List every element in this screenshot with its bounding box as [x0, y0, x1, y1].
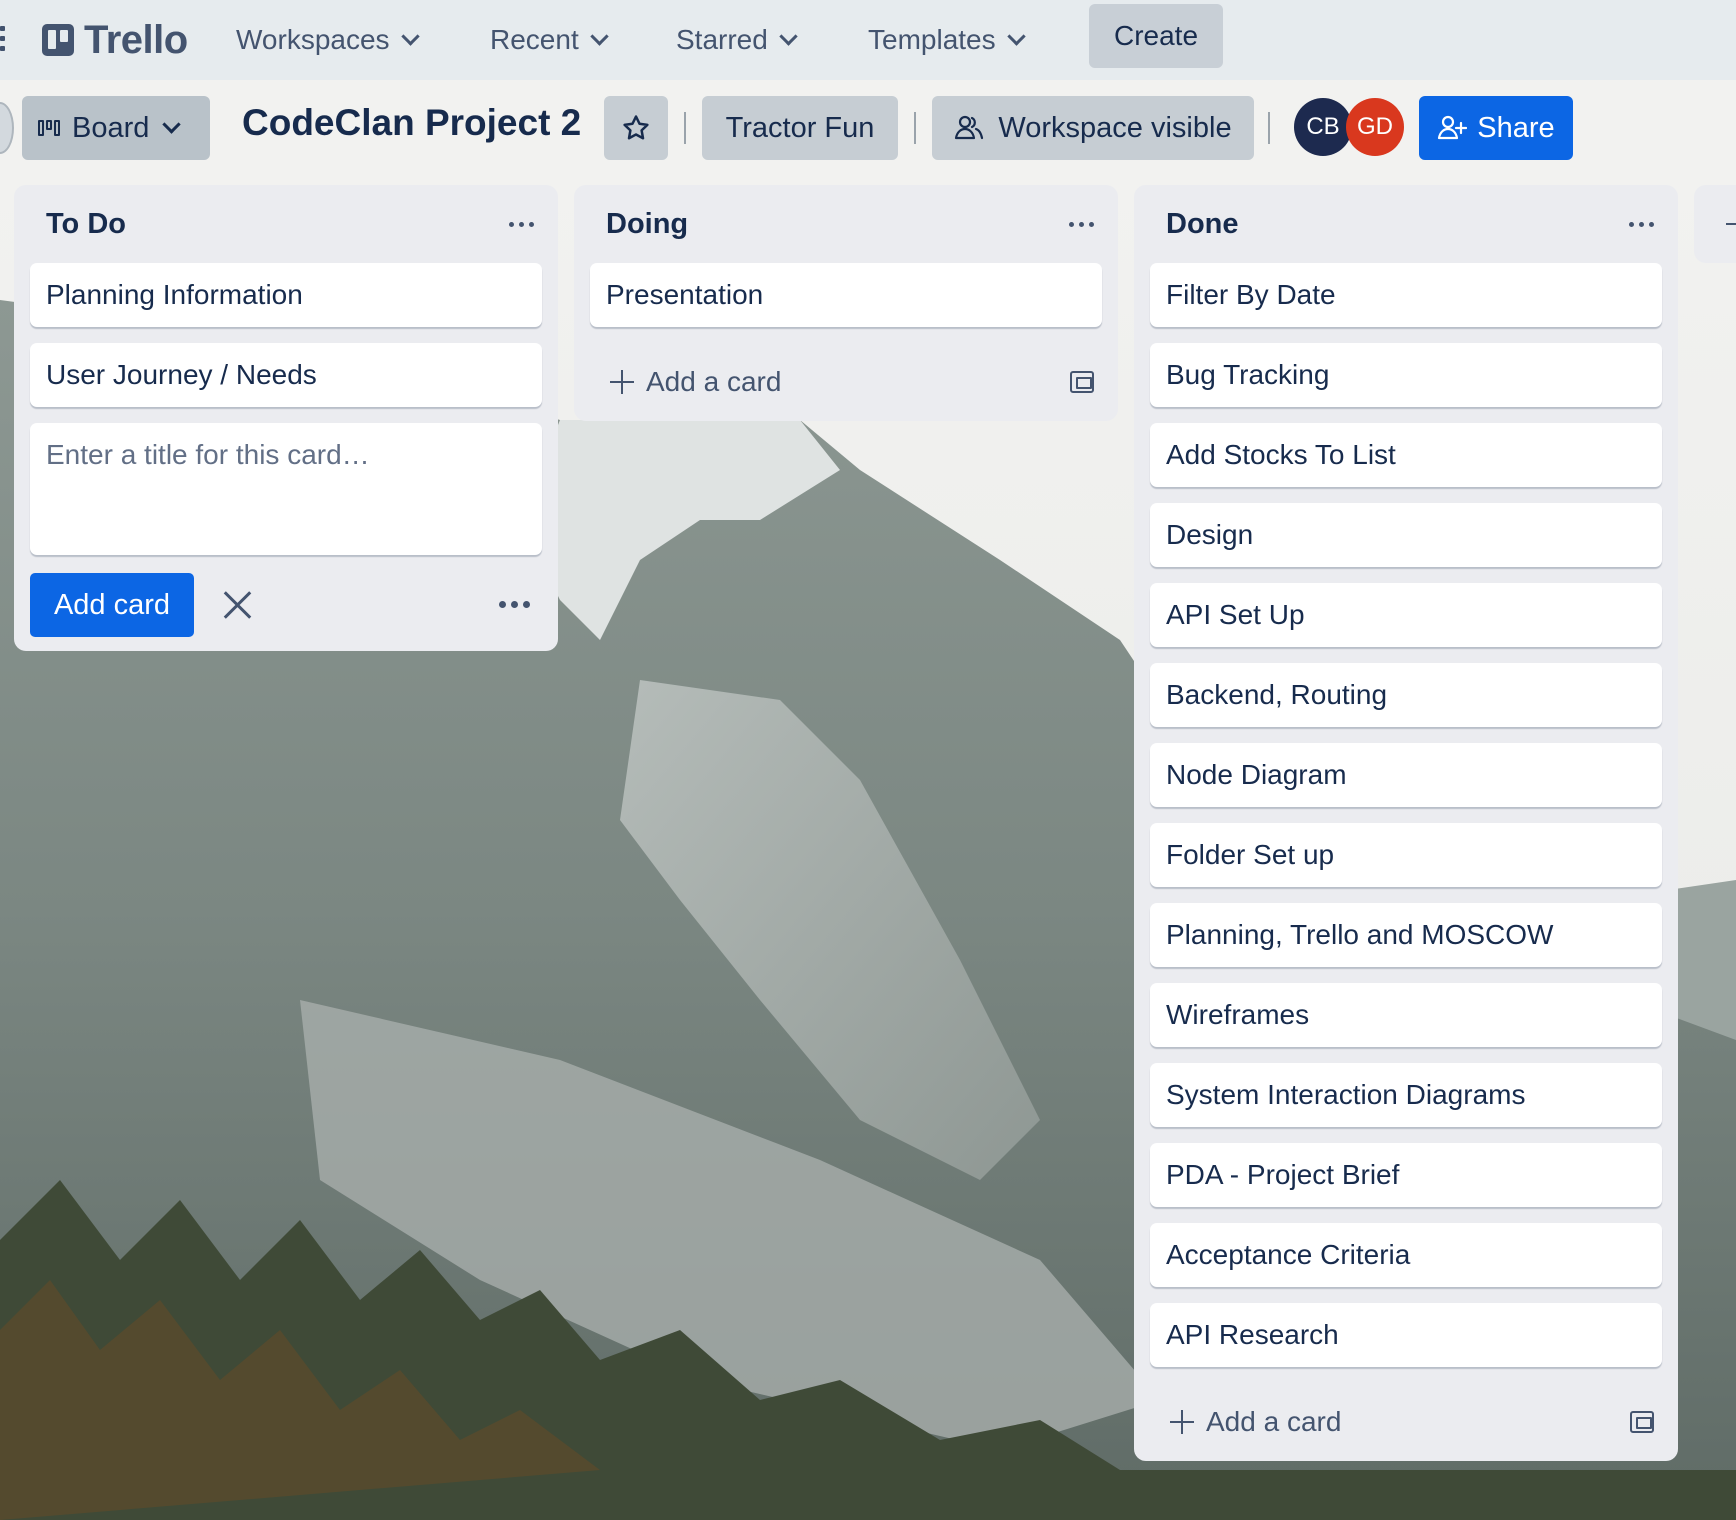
nav-starred-label: Starred	[676, 24, 768, 55]
close-icon[interactable]	[222, 590, 252, 620]
list-header: To Do	[14, 185, 558, 263]
board-header: Board CodeClan Project 2 Tractor Fun Wor…	[0, 80, 1736, 176]
list-done: Done Filter By Date Bug Tracking Add Sto…	[1134, 185, 1678, 1461]
logo-text: Trello	[84, 17, 188, 62]
chevron-down-icon	[779, 26, 798, 46]
list-card[interactable]: API Research	[1150, 1303, 1662, 1367]
header-divider	[684, 112, 686, 144]
share-button[interactable]: Share	[1419, 96, 1573, 160]
add-a-card-button[interactable]: Add a card	[1170, 1406, 1341, 1438]
plus-icon	[1170, 1410, 1194, 1434]
list-menu-icon[interactable]	[509, 221, 534, 227]
people-icon	[955, 115, 984, 140]
list-card[interactable]: Planning Information	[30, 263, 542, 327]
add-card-button[interactable]: Add card	[30, 573, 194, 637]
add-a-card-row: Add a card	[574, 343, 1118, 421]
list-header: Doing	[574, 185, 1118, 263]
nav-recent-dropdown[interactable]: Recent	[480, 16, 616, 64]
list-card[interactable]: Bug Tracking	[1150, 343, 1662, 407]
visibility-button[interactable]: Workspace visible	[932, 96, 1254, 160]
chevron-down-icon	[400, 26, 420, 46]
list-card[interactable]: API Set Up	[1150, 583, 1662, 647]
sidebar-toggle-button[interactable]	[0, 102, 14, 154]
nav-workspaces-dropdown[interactable]: Workspaces	[226, 16, 427, 64]
trello-logo[interactable]: Trello	[42, 18, 188, 62]
list-header: Done	[1134, 185, 1678, 263]
board-title[interactable]: CodeClan Project 2	[242, 102, 581, 144]
list-to-do: To Do Planning Information User Journey …	[14, 185, 558, 651]
avatar[interactable]: GD	[1346, 98, 1404, 156]
list-card[interactable]: Presentation	[590, 263, 1102, 327]
add-another-list-button[interactable]	[1694, 185, 1736, 263]
nav-templates-dropdown[interactable]: Templates	[858, 16, 1033, 64]
workspace-name-button[interactable]: Tractor Fun	[702, 96, 898, 160]
nav-recent-label: Recent	[490, 24, 579, 55]
list-card[interactable]: Backend, Routing	[1150, 663, 1662, 727]
star-icon	[623, 115, 649, 140]
add-a-card-label: Add a card	[646, 366, 782, 397]
list-card[interactable]: Folder Set up	[1150, 823, 1662, 887]
star-board-button[interactable]	[604, 96, 668, 160]
list-card[interactable]: Add Stocks To List	[1150, 423, 1662, 487]
avatar[interactable]: CB	[1294, 98, 1352, 156]
composer-options-icon[interactable]	[499, 601, 530, 608]
list-card[interactable]: Node Diagram	[1150, 743, 1662, 807]
app-switcher-icon[interactable]	[0, 26, 12, 52]
chevron-down-icon	[1006, 26, 1026, 46]
create-button[interactable]: Create	[1089, 4, 1223, 68]
add-a-card-button[interactable]: Add a card	[610, 366, 781, 398]
chevron-down-icon	[162, 114, 182, 134]
avatar-initials: GD	[1357, 113, 1393, 140]
add-a-card-row: Add a card	[1134, 1383, 1678, 1461]
list-card[interactable]: Filter By Date	[1150, 263, 1662, 327]
list-card[interactable]: Design	[1150, 503, 1662, 567]
list-card[interactable]: System Interaction Diagrams	[1150, 1063, 1662, 1127]
list-card[interactable]: User Journey / Needs	[30, 343, 542, 407]
list-title[interactable]: To Do	[46, 208, 126, 241]
plus-icon	[610, 370, 634, 394]
list-card[interactable]: PDA - Project Brief	[1150, 1143, 1662, 1207]
list-title[interactable]: Done	[1166, 208, 1239, 241]
create-from-template-icon[interactable]	[1070, 371, 1094, 393]
board-view-switcher[interactable]: Board	[22, 96, 210, 160]
top-navigation-bar: Trello Workspaces Recent Starred Templat…	[0, 0, 1736, 80]
list-menu-icon[interactable]	[1629, 221, 1654, 227]
visibility-label: Workspace visible	[998, 111, 1232, 144]
list-title[interactable]: Doing	[606, 208, 688, 241]
card-title-input[interactable]	[30, 423, 542, 555]
board-view-icon	[38, 120, 60, 136]
create-from-template-icon[interactable]	[1630, 1411, 1654, 1433]
list-menu-icon[interactable]	[1069, 221, 1094, 227]
card-composer-actions: Add card	[14, 571, 558, 651]
chevron-down-icon	[590, 26, 609, 46]
header-divider	[914, 112, 916, 144]
board-view-label: Board	[72, 111, 150, 144]
add-a-card-label: Add a card	[1206, 1406, 1342, 1437]
list-card[interactable]: Acceptance Criteria	[1150, 1223, 1662, 1287]
list-card[interactable]: Wireframes	[1150, 983, 1662, 1047]
list-doing: Doing Presentation Add a card	[574, 185, 1118, 421]
share-label: Share	[1477, 111, 1555, 144]
header-divider	[1268, 112, 1270, 144]
nav-templates-label: Templates	[868, 24, 996, 55]
nav-workspaces-label: Workspaces	[236, 24, 390, 55]
nav-starred-dropdown[interactable]: Starred	[666, 16, 805, 64]
add-person-icon	[1438, 115, 1468, 140]
list-card[interactable]: Planning, Trello and MOSCOW	[1150, 903, 1662, 967]
trello-logo-icon	[42, 24, 74, 56]
avatar-initials: CB	[1306, 113, 1340, 140]
